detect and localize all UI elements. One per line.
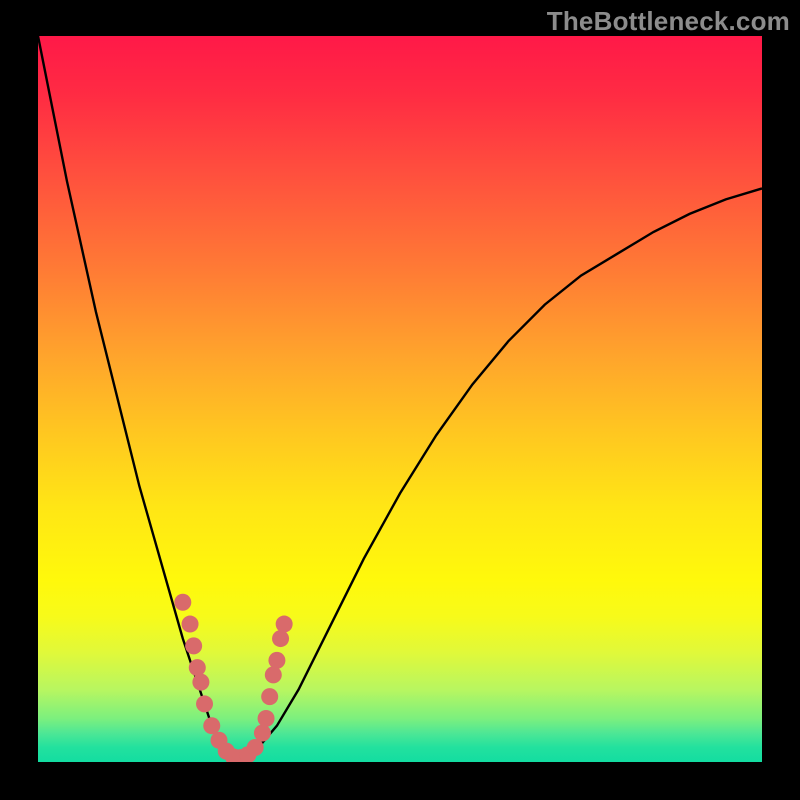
curve-marker: [265, 666, 282, 683]
curve-marker: [182, 616, 199, 633]
watermark-text: TheBottleneck.com: [547, 6, 790, 37]
curve-marker: [203, 717, 220, 734]
plot-area: [38, 36, 762, 762]
chart-frame: TheBottleneck.com: [0, 0, 800, 800]
curve-marker: [185, 637, 202, 654]
curve-marker: [196, 695, 213, 712]
curve-marker: [261, 688, 278, 705]
curve-marker: [272, 630, 289, 647]
curve-marker: [258, 710, 275, 727]
curve-marker: [254, 724, 271, 741]
curve-marker: [192, 674, 209, 691]
curve-marker: [189, 659, 206, 676]
curve-marker: [247, 739, 264, 756]
curve-marker: [276, 616, 293, 633]
bottleneck-curve: [38, 36, 762, 762]
curve-marker: [174, 594, 191, 611]
curve-marker: [268, 652, 285, 669]
